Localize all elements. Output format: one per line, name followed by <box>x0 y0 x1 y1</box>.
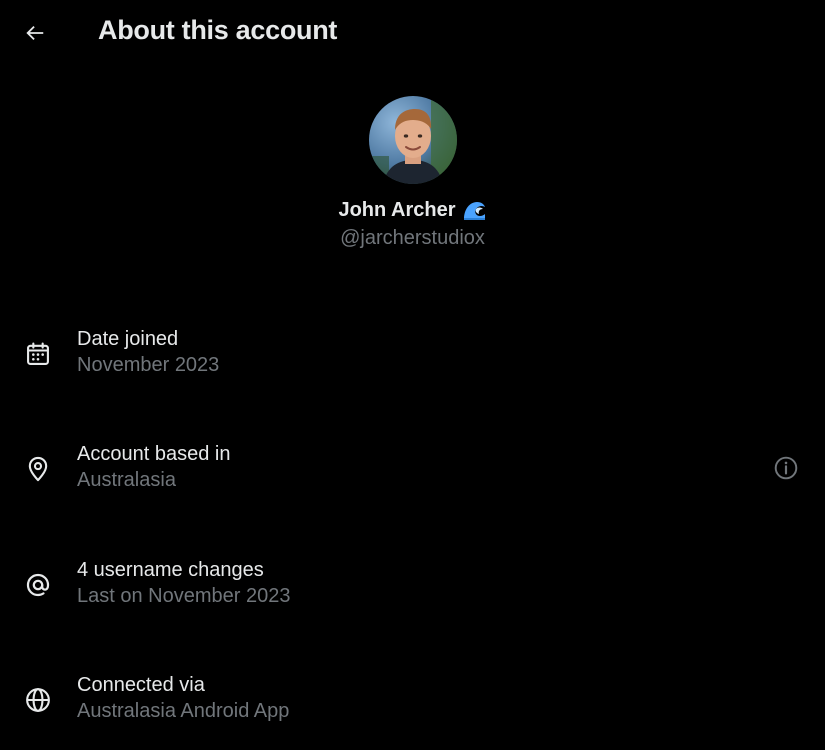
info-circle-icon <box>774 456 798 480</box>
info-value: Last on November 2023 <box>77 585 291 607</box>
info-text: Date joined November 2023 <box>77 326 219 379</box>
info-label: Connected via <box>77 674 205 696</box>
info-value: November 2023 <box>77 354 220 376</box>
back-button[interactable] <box>18 16 52 50</box>
page-title: About this account <box>98 15 338 45</box>
location-info-button[interactable] <box>771 453 801 483</box>
info-label: Date joined <box>77 328 179 350</box>
info-label: 4 username changes <box>77 559 264 581</box>
at-sign-icon <box>22 569 54 601</box>
info-text: Account based in Australasia <box>77 441 230 494</box>
username-handle: @jarcherstudiox <box>340 227 485 249</box>
profile-summary: John Archer @jarcherstudiox <box>0 96 825 250</box>
info-value: Australasia Android App <box>77 700 290 722</box>
location-pin-icon <box>22 453 54 485</box>
avatar[interactable] <box>368 96 457 184</box>
info-item-account-based-in: Account based in Australasia <box>0 439 825 519</box>
display-name: John Archer <box>338 198 456 221</box>
info-item-connected-via: Connected via Australasia Android App <box>0 670 825 750</box>
calendar-icon <box>22 338 54 370</box>
header: About this account <box>0 0 825 66</box>
info-text: 4 username changes Last on November 2023 <box>77 557 290 610</box>
info-label: Account based in <box>77 443 231 465</box>
info-item-date-joined: Date joined November 2023 <box>0 324 825 404</box>
globe-icon <box>22 684 54 716</box>
info-item-username-changes: 4 username changes Last on November 2023 <box>0 555 825 635</box>
water-wave-emoji-icon <box>461 197 487 223</box>
arrow-left-icon <box>26 25 44 41</box>
info-value: Australasia <box>77 469 176 491</box>
info-text: Connected via Australasia Android App <box>77 672 289 725</box>
name-row: John Archer <box>0 196 825 224</box>
